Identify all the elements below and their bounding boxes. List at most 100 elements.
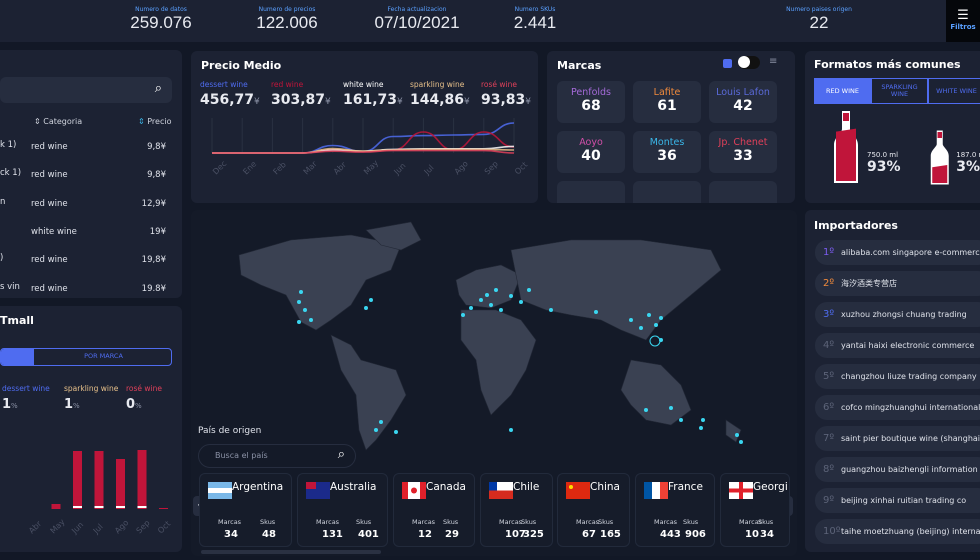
bar (73, 451, 82, 509)
x-tick-label: Ene (241, 159, 258, 176)
table-row[interactable]: k 1) red wine 9,8¥ (0, 134, 172, 160)
country-card[interactable]: Argentina Marcas Skus 34 48 (199, 473, 292, 547)
tab-active[interactable] (1, 349, 34, 365)
sliders-icon: ☰ (957, 8, 969, 23)
product-search-input[interactable]: ⌕ (0, 77, 172, 103)
x-tick-label: May (362, 158, 380, 176)
column-header-precio[interactable]: ⇕ Precio (138, 117, 171, 126)
map-dot (461, 313, 465, 317)
x-tick-label: Mar (302, 159, 320, 177)
format-tab[interactable]: SPARKLING WINE (871, 78, 928, 104)
map-dot (659, 316, 663, 320)
kpi-4: Numero paises origen 22 (786, 6, 852, 32)
map-dot (735, 433, 739, 437)
view-toggle[interactable] (738, 56, 760, 69)
brand-card[interactable] (633, 181, 701, 203)
importer-item[interactable]: 1º alibaba.com singapore e-commerce (815, 240, 980, 265)
tmall-bar-chart: Abr May Jun Jul Ago Sep Oct (27, 450, 172, 536)
brand-card[interactable]: Louis Lafon 42 (709, 81, 777, 123)
panel-title: Marcas (557, 59, 602, 72)
importer-item[interactable]: 4º yantai haixi electronic commerce (815, 333, 980, 358)
brand-card[interactable]: Jp. Chenet 33 (709, 131, 777, 173)
map-dot (654, 323, 658, 327)
map-dot (489, 303, 493, 307)
horizontal-scrollbar[interactable] (201, 550, 381, 554)
tab-por-marca[interactable]: POR MARCA (34, 352, 171, 360)
country-card[interactable]: Canada Marcas Skus 12 29 (393, 473, 475, 547)
map-dot (303, 308, 307, 312)
table-row[interactable]: ck 1) red wine 9,8¥ (0, 162, 172, 188)
map-dot (299, 290, 303, 294)
brand-card[interactable] (557, 181, 625, 203)
bar (159, 508, 168, 509)
table-row[interactable]: ) red wine 19,8¥ (0, 247, 172, 273)
marcas-panel: Marcas ≡ Penfolds 68 Lafite 61 Louis Lafon 42… (547, 51, 795, 203)
tmall-stat: rosé wine 0% (126, 384, 162, 412)
map-dot (639, 326, 643, 330)
search-icon[interactable]: ⌕ (338, 447, 345, 462)
importer-item[interactable]: 7º saint pier boutique wine (shanghai) (815, 426, 980, 451)
map-dot (297, 320, 301, 324)
bar (94, 451, 104, 509)
map-dot (701, 418, 705, 422)
x-tick-label: Ago (113, 518, 130, 535)
importer-item[interactable]: 8º guangzhou baizhengli information (815, 457, 980, 482)
format-tab[interactable]: WHITE WINE (928, 78, 980, 104)
map-dot (699, 426, 703, 430)
filters-button[interactable]: ☰ Filtros (946, 0, 980, 42)
search-icon[interactable]: ⌕ (155, 81, 162, 96)
importer-item[interactable]: 5º changzhou liuze trading company (815, 364, 980, 389)
country-card[interactable]: France Marcas Skus 443 906 (635, 473, 715, 547)
x-tick-label: Jul (422, 163, 436, 177)
country-search-input[interactable]: Busca el país ⌕ (198, 444, 356, 468)
x-tick-label: Oct (513, 160, 529, 176)
precio-medio-panel: Precio Medio dessert wine 456,77¥ red wine… (191, 51, 538, 203)
bar (51, 504, 61, 509)
list-view-icon[interactable]: ≡ (769, 56, 777, 67)
world-map[interactable] (191, 210, 797, 470)
precio-stat: white wine 161,73¥ (343, 80, 403, 108)
brand-card[interactable]: Montes 36 (633, 131, 701, 173)
bar-white-segment (116, 506, 125, 508)
map-dot (647, 313, 651, 317)
map-dot (364, 306, 368, 310)
table-row[interactable]: s vin red wine 19.8¥ (0, 276, 172, 302)
country-card[interactable]: Georgi Marcas Skus 10 34 (720, 473, 790, 547)
bar (137, 450, 147, 509)
country-card[interactable]: China Marcas Skus 67 165 (557, 473, 630, 547)
products-panel: ⌕ ⇕ Categoria ⇕ Precio k 1) red wine 9,8¥ c… (0, 50, 182, 298)
map-dot (644, 408, 648, 412)
brand-card[interactable] (709, 181, 777, 203)
map-dot (499, 308, 503, 312)
panel-title: Precio Medio (201, 59, 282, 72)
x-tick-label: Ago (453, 159, 470, 176)
table-row[interactable]: n red wine 12,9¥ (0, 191, 172, 217)
precio-stat: red wine 303,87¥ (271, 80, 331, 108)
precio-stat: sparkling wine 144,86¥ (410, 80, 470, 108)
country-card[interactable]: Australia Marcas Skus 131 401 (297, 473, 388, 547)
importer-item[interactable]: 2º 海汐酒类专营店 (815, 271, 980, 296)
format-item: 750.0 ml 93% (867, 151, 901, 175)
map-dot (669, 406, 673, 410)
map-dot (527, 288, 531, 292)
importer-item[interactable]: 9º beijing xinhai ruitian trading co (815, 488, 980, 513)
importer-item[interactable]: 10ºtaihe moetzhuang (beijing) internatio… (815, 519, 980, 544)
flag-icon-ge (729, 482, 753, 499)
importer-item[interactable]: 3º xuzhou zhongsi chuang trading (815, 302, 980, 327)
grid-view-icon[interactable] (723, 59, 732, 68)
brand-card[interactable]: Aoyo 40 (557, 131, 625, 173)
country-card[interactable]: Chile Marcas Skus 107 325 (480, 473, 553, 547)
x-tick-label: Jun (69, 520, 85, 536)
importer-item[interactable]: 6º cofco mingzhuanghui international (815, 395, 980, 420)
map-dot (374, 428, 378, 432)
column-header-categoria[interactable]: ⇕ Categoria (34, 117, 82, 126)
brand-card[interactable]: Lafite 61 (633, 81, 701, 123)
table-row[interactable]: white wine 19¥ (0, 219, 172, 245)
flag-icon-fr (644, 482, 668, 499)
map-dot (369, 298, 373, 302)
brand-card[interactable]: Penfolds 68 (557, 81, 625, 123)
map-dot (519, 300, 523, 304)
format-tab[interactable]: RED WINE (814, 78, 871, 104)
panel-title: Tmall (0, 314, 34, 327)
x-tick-label: Oct (156, 519, 172, 535)
